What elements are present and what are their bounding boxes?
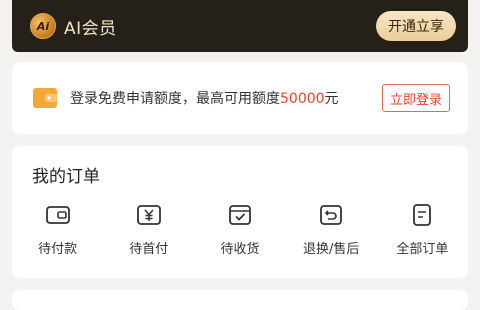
order-status-row: 待付款 待首付 待收货 退换/售后 全部订单 — [12, 202, 468, 257]
order-item-label: 退换/售后 — [302, 242, 360, 257]
my-orders-card: 我的订单 待付款 待首付 待收货 退换/售后 全部订单 — [12, 146, 468, 278]
credit-card: 登录免费申请额度，最高可用额度50000元 立即登录 — [12, 62, 468, 134]
order-all-orders[interactable]: 全部订单 — [377, 202, 468, 257]
orders-title: 我的订单 — [32, 167, 100, 187]
credit-unit: 元 — [324, 91, 339, 107]
document-list-icon — [413, 204, 432, 226]
order-item-label: 全部订单 — [396, 242, 449, 257]
credit-info-text: 登录免费申请额度，最高可用额度50000元 — [70, 88, 339, 108]
yuan-icon — [136, 205, 161, 225]
login-now-button[interactable]: 立即登录 — [381, 84, 450, 112]
order-item-label: 待首付 — [129, 242, 169, 257]
order-pending-down-payment[interactable]: 待首付 — [103, 202, 194, 257]
wallet-payment-icon — [45, 206, 70, 224]
order-item-label: 待付款 — [38, 242, 78, 257]
order-item-label: 待收货 — [220, 242, 260, 257]
order-pending-payment[interactable]: 待付款 — [12, 202, 103, 257]
vip-activate-button[interactable]: 开通立享 — [376, 11, 456, 41]
vip-title: AI会员 — [64, 18, 117, 39]
credit-description: 登录免费申请额度，最高可用额度 — [70, 91, 280, 107]
vip-banner: Ai AI会员 开通立享 — [12, 0, 468, 52]
package-check-icon — [229, 205, 251, 225]
next-card-peek — [12, 290, 468, 310]
return-icon — [320, 205, 343, 225]
wallet-icon — [33, 88, 57, 108]
order-returns-aftersale[interactable]: 退换/售后 — [286, 202, 377, 257]
order-pending-receipt[interactable]: 待收货 — [194, 202, 285, 257]
vip-logo: Ai — [30, 13, 56, 39]
credit-amount: 50000 — [280, 91, 325, 107]
